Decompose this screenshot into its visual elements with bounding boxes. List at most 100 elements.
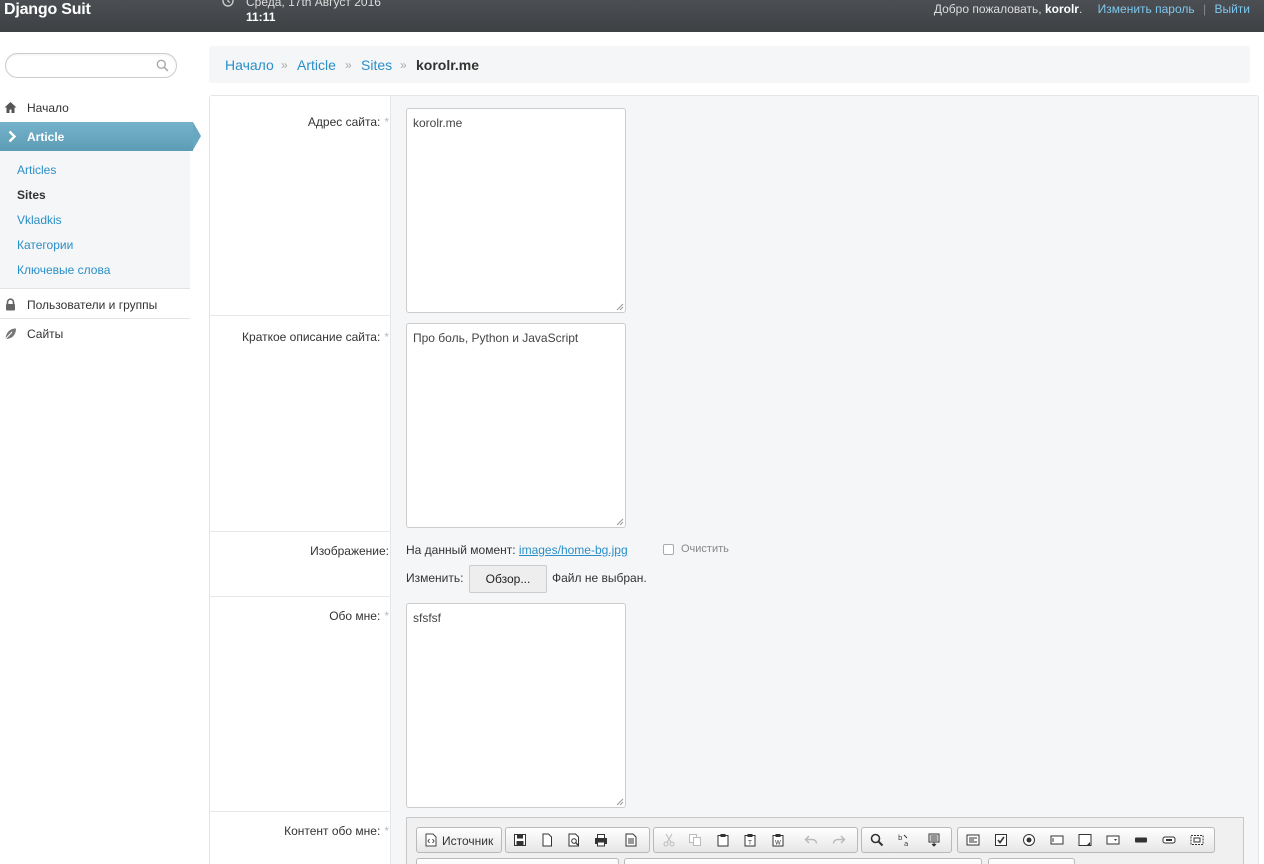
lock-icon xyxy=(6,298,15,311)
sidebar-subnav: Articles Sites Vkladkis Категории Ключев… xyxy=(0,151,190,289)
preview-icon[interactable] xyxy=(567,833,581,847)
sidebar-subitem-keywords[interactable]: Ключевые слова xyxy=(17,263,110,277)
paste-icon[interactable] xyxy=(716,833,730,847)
clear-image-label[interactable]: Очистить xyxy=(681,543,729,555)
resize-grip-icon[interactable] xyxy=(614,301,624,311)
about-textarea[interactable]: sfsfsf xyxy=(406,603,626,808)
header-separator: | xyxy=(1203,2,1207,16)
sidebar-item-label: Сайты xyxy=(27,327,64,341)
copy-icon[interactable] xyxy=(688,833,702,847)
clear-image-checkbox[interactable] xyxy=(663,544,674,555)
find-icon[interactable] xyxy=(870,833,884,847)
image-button-icon[interactable] xyxy=(1162,833,1176,847)
textarea-value: Про боль, Python и JavaScript xyxy=(413,331,579,345)
button-icon[interactable] xyxy=(1134,833,1148,847)
redo-icon[interactable] xyxy=(832,833,846,847)
toolbar-group-editing: ba xyxy=(861,827,952,853)
print-icon[interactable] xyxy=(594,833,608,847)
search-input[interactable] xyxy=(5,53,177,78)
resize-grip-icon[interactable] xyxy=(614,796,624,806)
breadcrumb-home[interactable]: Начало xyxy=(225,57,274,73)
search-icon[interactable] xyxy=(156,59,169,72)
form-icon[interactable] xyxy=(966,833,980,847)
sidebar-subitem-vkladkis[interactable]: Vkladkis xyxy=(17,213,62,227)
sidebar-subitem-sites[interactable]: Sites xyxy=(17,188,46,202)
label-text: Краткое описание сайта: xyxy=(242,330,381,344)
textarea-icon[interactable] xyxy=(1078,833,1092,847)
paste-text-icon[interactable]: T xyxy=(743,833,757,847)
hidden-field-icon[interactable] xyxy=(1190,833,1204,847)
welcome-text: Добро пожаловать, xyxy=(933,2,1042,16)
save-icon[interactable] xyxy=(513,833,527,847)
svg-text:T: T xyxy=(747,840,752,847)
leaf-icon xyxy=(5,328,16,340)
short-description-textarea[interactable]: Про боль, Python и JavaScript xyxy=(406,323,626,528)
header: Django Suit Среда, 17th Август 2016 11:1… xyxy=(0,0,1264,32)
required-mark: * xyxy=(384,330,389,344)
sidebar-item-label: Начало xyxy=(27,101,69,115)
toolbar-row2-group xyxy=(624,858,982,864)
about-label: Обо мне: * xyxy=(329,609,389,623)
cut-icon[interactable] xyxy=(662,833,676,847)
svg-text:b: b xyxy=(898,834,903,842)
textarea-value: korolr.me xyxy=(413,116,463,130)
textarea-value: sfsfsf xyxy=(413,611,442,625)
toolbar-group-source: Источник xyxy=(416,827,502,853)
sidebar-item-article[interactable]: Article xyxy=(0,122,201,151)
form-label-column xyxy=(210,96,391,864)
sidebar-item-sites[interactable]: Сайты xyxy=(0,319,190,348)
username: korolr xyxy=(1044,2,1079,16)
sidebar-item-label: Пользователи и группы xyxy=(27,298,158,312)
rich-text-editor: Источник T W ba xyxy=(406,817,1244,864)
text-field-icon[interactable] xyxy=(1050,833,1064,847)
site-address-textarea[interactable]: korolr.me xyxy=(406,108,626,313)
select-icon[interactable] xyxy=(1106,833,1120,847)
replace-icon[interactable]: ba xyxy=(897,833,911,847)
no-file-text: Файл не выбран. xyxy=(552,571,647,585)
breadcrumb: Начало » Article » Sites » korolr.me xyxy=(209,46,1250,83)
header-date: Среда, 17th Август 2016 xyxy=(246,0,381,9)
user-tools: Добро пожаловать, korolr. Изменить парол… xyxy=(934,2,1250,16)
content-about-label: Контент обо мне: * xyxy=(284,824,389,838)
change-password-link[interactable]: Изменить пароль xyxy=(1098,2,1195,16)
breadcrumb-separator: » xyxy=(345,58,352,72)
breadcrumb-sites[interactable]: Sites xyxy=(361,57,392,73)
breadcrumb-current: korolr.me xyxy=(416,57,480,73)
chevron-right-icon xyxy=(8,130,17,143)
toolbar-group-forms xyxy=(957,827,1215,853)
source-button[interactable]: Источник xyxy=(442,834,493,848)
sidebar-item-home[interactable]: Начало xyxy=(0,93,190,122)
toolbar-row2-group xyxy=(988,858,1075,864)
home-icon xyxy=(4,102,17,113)
radio-icon[interactable] xyxy=(1022,833,1036,847)
sidebar-subitem-categories[interactable]: Категории xyxy=(17,238,73,252)
short-description-label: Краткое описание сайта: * xyxy=(242,330,389,344)
image-current-link[interactable]: images/home-bg.jpg xyxy=(519,543,628,557)
undo-icon[interactable] xyxy=(804,833,818,847)
label-text: Обо мне: xyxy=(329,609,381,623)
paste-word-icon[interactable]: W xyxy=(771,833,785,847)
logo[interactable]: Django Suit xyxy=(4,1,91,19)
select-all-icon[interactable] xyxy=(927,833,941,847)
image-change-label: Изменить: xyxy=(406,571,464,585)
welcome-period: . xyxy=(1078,2,1083,16)
breadcrumb-separator: » xyxy=(400,58,407,72)
new-page-icon[interactable] xyxy=(540,833,554,847)
toolbar-group-document xyxy=(505,827,650,853)
label-text: Контент обо мне: xyxy=(284,824,381,838)
sidebar-subitem-articles[interactable]: Articles xyxy=(17,163,56,177)
source-icon[interactable] xyxy=(424,833,438,847)
logout-link[interactable]: Выйти xyxy=(1214,2,1250,16)
templates-icon[interactable] xyxy=(624,833,638,847)
row-separator xyxy=(210,531,391,532)
breadcrumb-separator: » xyxy=(281,58,288,72)
required-mark: * xyxy=(384,115,389,129)
browse-file-button[interactable]: Обзор... xyxy=(469,565,547,593)
checkbox-icon[interactable] xyxy=(994,833,1008,847)
toolbar-row2-group xyxy=(416,858,619,864)
header-time: 11:11 xyxy=(246,10,276,24)
sidebar-item-users[interactable]: Пользователи и группы xyxy=(0,290,190,319)
resize-grip-icon[interactable] xyxy=(614,516,624,526)
required-mark: * xyxy=(384,609,389,623)
breadcrumb-article[interactable]: Article xyxy=(297,57,336,73)
